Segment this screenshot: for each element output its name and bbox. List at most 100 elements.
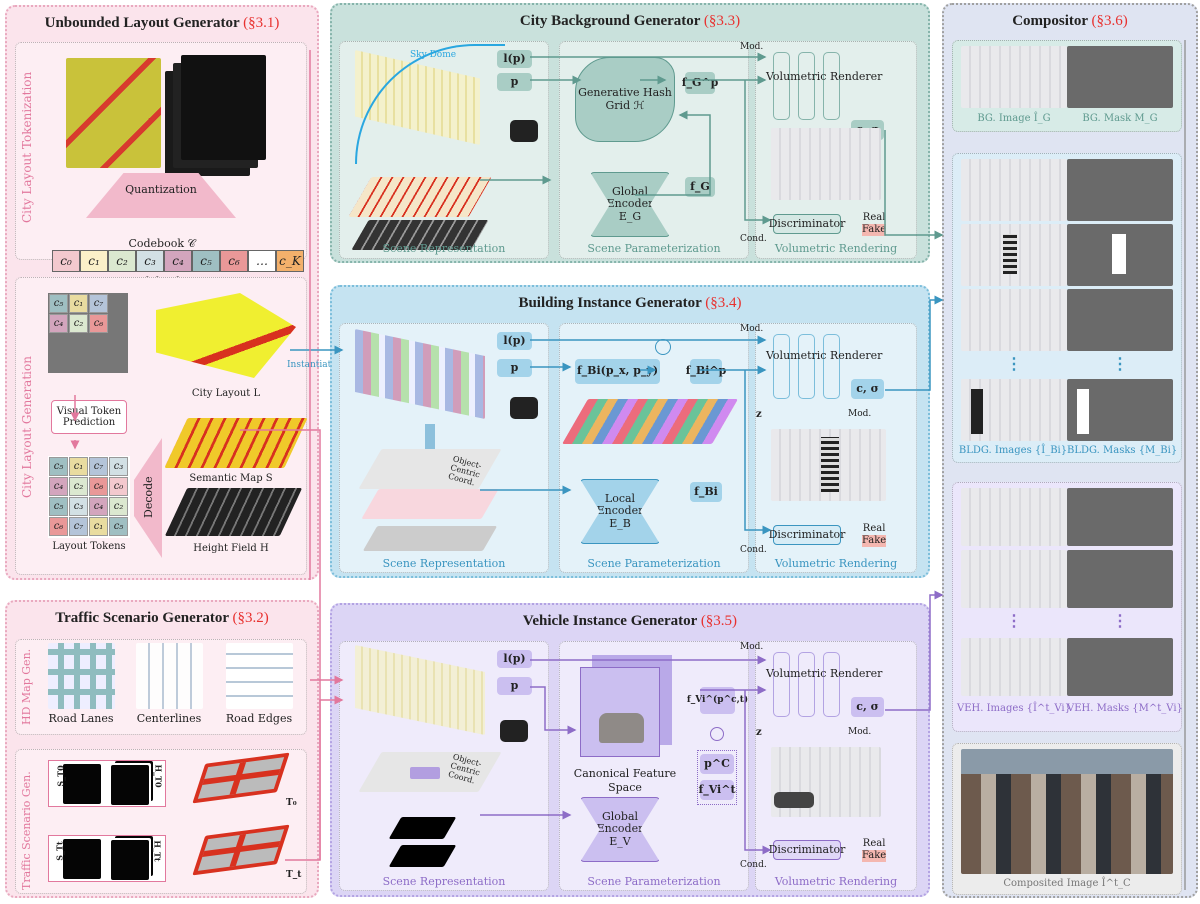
token: c₂ (69, 477, 88, 496)
real-label: Real (862, 523, 886, 534)
renderer-layer (773, 52, 790, 120)
veh-outputs: ⋮ ⋮ VEH. Images {Î^t_Vi} VEH. Masks {M^t… (952, 482, 1183, 732)
token: c₁ (89, 517, 108, 536)
renderer-layer (798, 52, 815, 120)
hd-map-label: HD Map Gen. (20, 648, 33, 725)
encoder-label: Local Encoder (596, 492, 644, 518)
layout-ref: (§3.1) (243, 15, 280, 31)
city-scene-image (355, 645, 485, 735)
token: c₂ (109, 497, 128, 516)
scenario-label: Traffic Scenario Gen. (20, 771, 33, 890)
token: c₄ (49, 477, 68, 496)
sky-dome-label: Sky Dome (410, 50, 457, 60)
mod-label: Mod. (740, 42, 764, 52)
cond-label: Cond. (740, 545, 767, 555)
background-generator-panel: City Background Generator (§3.3) Sky Dom… (330, 3, 930, 263)
token: c₆ (49, 517, 68, 536)
fvt-box: f_Vi^t (698, 780, 736, 800)
bldg-outputs: ⋮ ⋮ BLDG. Images {Î_Bi} BLDG. Masks {M_B… (952, 153, 1182, 463)
local-feature-grid (562, 399, 738, 444)
centerlines-label: Centerlines (136, 712, 202, 725)
veh-image (961, 638, 1067, 696)
height-grid-image (111, 840, 149, 880)
centerlines-image (136, 643, 203, 709)
token: c₀ (109, 477, 128, 496)
mod-label: Mod. (740, 324, 764, 334)
mod-label-2: Mod. (848, 727, 872, 737)
ht-label: H_Tt (152, 840, 163, 862)
token: c₇ (89, 457, 108, 476)
encoder-label: Global Encoder (606, 185, 654, 211)
renderer-layer (773, 652, 790, 717)
real-label: Real (862, 212, 886, 223)
bldg-mask (1067, 289, 1173, 351)
bldg-images-label: BLDG. Images {Î_Bi} (958, 445, 1068, 456)
veh-images-label: VEH. Images {Î^t_Vi} (957, 703, 1071, 714)
p-box: p (497, 359, 532, 377)
lp-box: l(p) (497, 650, 532, 668)
bg-render-image (771, 128, 881, 200)
building-render (821, 437, 839, 492)
decode-label: Decode (142, 476, 155, 518)
bldg-image (961, 289, 1067, 351)
veh-masks-label: VEH. Masks {M^t_Vi} (1067, 703, 1183, 714)
token: c₅ (49, 497, 68, 516)
tokenization-label: City Layout Tokenization (20, 71, 34, 223)
global-encoder: Global Encoder E_G (590, 172, 670, 237)
h0-label: H_T0 (153, 764, 164, 788)
pc-box: p^C (700, 754, 734, 774)
camera-icon (500, 720, 528, 742)
renderer-layer (823, 334, 840, 399)
token: c₁ (69, 457, 88, 476)
veh-mask (1067, 488, 1173, 546)
fake-label: Fake (862, 850, 887, 862)
visual-token-prediction-box: Visual Token Prediction (51, 400, 127, 434)
veh-image (961, 488, 1067, 546)
code-cell: c₂ (108, 250, 136, 272)
code-cell: c₀ (52, 250, 80, 272)
hd-map-section: HD Map Gen. Road Lanes Centerlines Road … (15, 639, 307, 735)
token: c₁ (69, 294, 88, 313)
bg-outputs: BG. Image Î_G BG. Mask M_G (952, 40, 1182, 132)
fake-label: Fake (862, 224, 887, 236)
height-field-image (164, 488, 303, 536)
camera-icon (510, 120, 538, 142)
fv-box: f_Vi^(p^c,t) (687, 687, 748, 714)
semantic-map-label: Semantic Map S (189, 473, 273, 484)
mod-label: Mod. (740, 642, 764, 652)
layout-title: Unbounded Layout Generator (44, 15, 240, 31)
renderer-label: Volumetric Renderer (766, 667, 883, 680)
road-edges-image (226, 643, 293, 709)
semantic-map-image (164, 418, 308, 468)
mod-label-2: Mod. (848, 409, 872, 419)
token: c₅ (109, 517, 128, 536)
bldg-masks-label: BLDG. Masks {M_Bi} (1067, 445, 1178, 456)
bldg-mask (1067, 159, 1173, 221)
traffic-title: Traffic Scenario Generator (55, 610, 229, 626)
vehicle-generator-panel: Vehicle Instance Generator (§3.5) Object… (330, 603, 930, 897)
buildings-scene-image (355, 329, 485, 419)
bg-vol-render-label: Volumetric Rendering (774, 242, 898, 255)
token: c₅ (49, 457, 68, 476)
semantic-grid-image (63, 764, 101, 804)
bldg-title: Building Instance Generator (518, 295, 702, 311)
semantic-layer-image (388, 817, 457, 839)
renderer-layer (823, 652, 840, 717)
bg-mask-label: BG. Mask M_G (1082, 113, 1158, 124)
tokenization-section: City Layout Tokenization Quantization c₀… (15, 42, 307, 288)
veh-title: Vehicle Instance Generator (522, 613, 698, 629)
veh-vol-render-label: Volumetric Rendering (774, 875, 898, 888)
canonical-cube (580, 667, 660, 757)
bg-scene-rep-label: Scene Representation (382, 242, 506, 255)
vehicle-instance (410, 767, 440, 779)
mask-shape (1112, 234, 1126, 274)
building-render (971, 389, 983, 434)
z-label: z (756, 409, 762, 420)
canonical-label: Canonical Feature Space (573, 767, 677, 794)
veh-scene-param: Canonical Feature Space f_Vi^(p^c,t) p^C… (559, 641, 749, 891)
real-label: Real (862, 838, 886, 849)
compositor-title: Compositor (1012, 13, 1088, 29)
positional-encoding-icon (655, 339, 671, 355)
road-lanes-image (48, 643, 115, 709)
bldg-scene-param: f_Bi(p_x, p_y) f_Bi^p Local Encoder E_B f… (559, 323, 749, 573)
